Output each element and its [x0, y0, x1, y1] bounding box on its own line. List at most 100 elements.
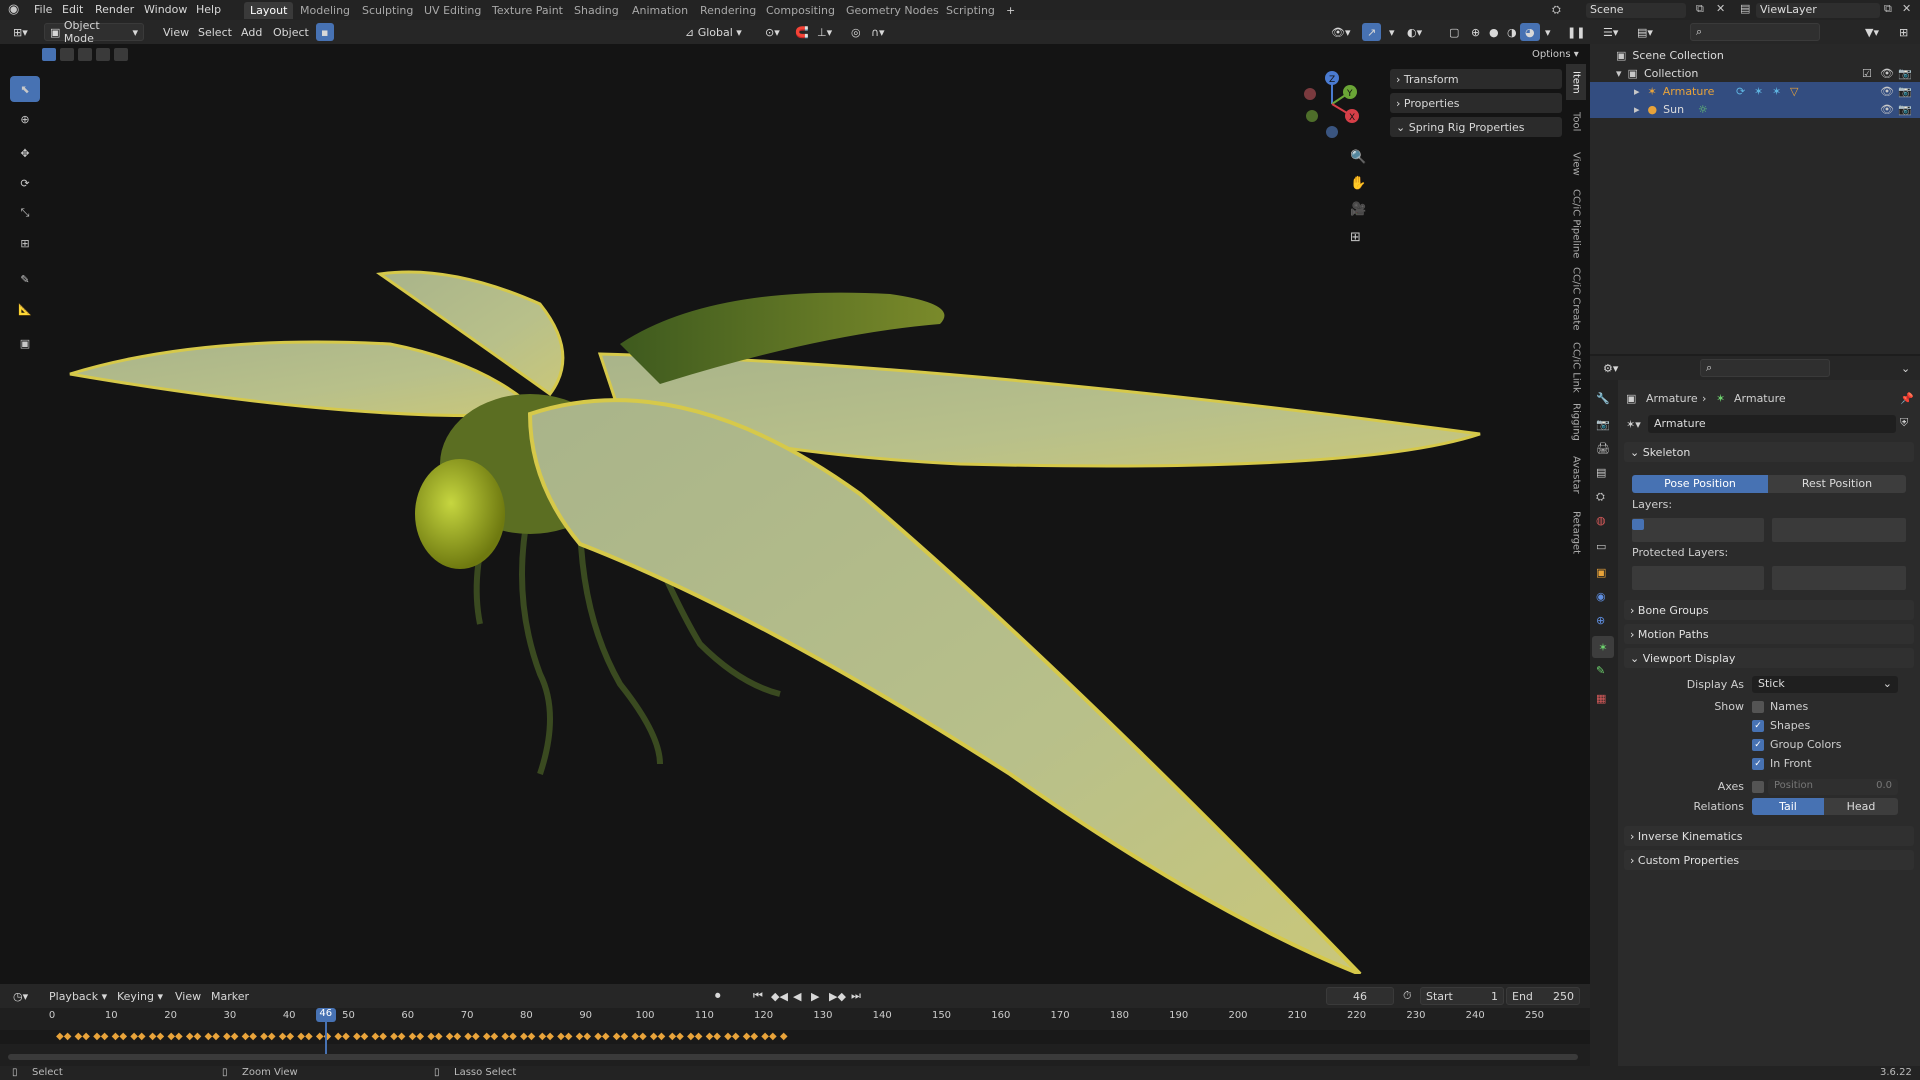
delete-scene-icon[interactable]: ✕ [1716, 2, 1725, 15]
clock-icon[interactable]: ⏱ [1398, 987, 1417, 1005]
in-front-checkbox[interactable]: ✓ [1752, 758, 1764, 770]
tab-retarget[interactable]: Retarget [1566, 506, 1586, 560]
relations-head-button[interactable]: Head [1824, 798, 1898, 815]
solid-shading-icon[interactable]: ● [1484, 23, 1504, 41]
pause-icon[interactable]: ❚❚ [1562, 23, 1590, 41]
pan-hand-icon[interactable]: ✋ [1350, 176, 1366, 191]
menu-help[interactable]: Help [196, 3, 221, 16]
rendered-shading-icon[interactable]: ◕ [1520, 23, 1540, 41]
data-type-icon[interactable]: ✶▾ [1626, 418, 1641, 431]
rest-position-button[interactable]: Rest Position [1768, 475, 1906, 493]
scene-icon[interactable]: ⛭ [1552, 3, 1561, 17]
chevron-right-icon[interactable]: ▸ [1634, 85, 1640, 98]
bone-groups-panel-header[interactable]: › Bone Groups [1624, 600, 1914, 620]
visibility-icon[interactable]: 👁▾ [1326, 23, 1356, 41]
grid-perspective-icon[interactable]: ⊞ [1350, 230, 1361, 245]
select-box-tool[interactable]: ⬉ [10, 76, 40, 102]
dragonfly-model[interactable] [60, 214, 1500, 974]
tab-cc-link[interactable]: CC/iC Link [1566, 338, 1586, 396]
outliner-collection[interactable]: ▾ ▣ Collection ☑ 👁 📷 [1590, 64, 1920, 82]
layers-grid-right[interactable] [1772, 518, 1906, 542]
move-tool[interactable]: ✥ [10, 140, 40, 166]
eye-icon[interactable]: 👁 [1880, 67, 1894, 80]
marker-menu[interactable]: Marker [206, 987, 254, 1005]
relations-tail-button[interactable]: Tail [1752, 798, 1824, 815]
frame-ruler[interactable]: 0 10 20 30 40 50 60 70 80 90 100 110 120 130 140 150 160… [0, 1008, 1590, 1024]
annotate-tool[interactable]: ✎ [10, 266, 40, 292]
chevron-down-icon[interactable]: ▾ [1616, 67, 1622, 80]
overlays-icon[interactable]: ◐▾ [1402, 23, 1427, 41]
select-mode-new-icon[interactable] [42, 48, 56, 61]
playhead-frame-label[interactable]: 46 [315, 1008, 336, 1022]
outliner-scene-collection[interactable]: ▣ Scene Collection [1590, 46, 1920, 64]
properties-editor-icon[interactable]: ⚙▾ [1598, 359, 1623, 377]
tab-texture-paint[interactable]: Texture Paint [486, 2, 569, 19]
npanel-spring-rig[interactable]: ⌄ Spring Rig Properties [1390, 117, 1562, 137]
timeline[interactable]: 0 10 20 30 40 50 60 70 80 90 100 110 120 130 140 150 160… [0, 1008, 1590, 1066]
tab-view[interactable]: View [1566, 144, 1586, 184]
3d-viewport[interactable]: Options ▾ ⬉ ⊕ ✥ ⟳ ⤡ ⊞ ✎ 📐 ▣ Z Y X 🔍 ✋ 🎥 … [0, 44, 1590, 984]
pivot-icon[interactable]: ⊙▾ [760, 23, 785, 41]
tab-rigging[interactable]: Rigging [1566, 400, 1586, 444]
view-layer-icon[interactable]: ▤ [1740, 2, 1750, 15]
outliner-editor-icon[interactable]: ☰▾ [1598, 23, 1623, 41]
filter-icon[interactable]: ▼▾ [1860, 23, 1884, 41]
jump-end-icon[interactable]: ⏭ [846, 987, 866, 1005]
output-tab-icon[interactable]: 🖨 [1596, 442, 1610, 455]
toggle-icon[interactable]: ▪ [316, 23, 334, 41]
cursor-tool[interactable]: ⊕ [10, 106, 40, 132]
menu-file[interactable]: File [34, 3, 52, 16]
record-icon[interactable]: ⏺ [710, 987, 726, 1005]
tab-rendering[interactable]: Rendering [694, 2, 762, 19]
playback-menu[interactable]: Playback ▾ [44, 987, 112, 1005]
axes-position-field[interactable]: Position 0.0 [1768, 779, 1898, 795]
end-frame-field[interactable]: End 250 [1506, 987, 1580, 1005]
inverse-kinematics-panel-header[interactable]: › Inverse Kinematics [1624, 826, 1914, 846]
npanel-transform[interactable]: › Transform [1390, 69, 1562, 89]
layers-grid-left[interactable] [1632, 518, 1764, 542]
wireframe-shading-icon[interactable]: ⊕ [1466, 23, 1485, 41]
tool-tab-icon[interactable]: 🔧 [1596, 392, 1610, 405]
editor-type-icon[interactable]: ⊞▾ [8, 23, 33, 41]
tab-avastar[interactable]: Avastar [1566, 450, 1586, 500]
new-scene-icon[interactable]: ⧉ [1696, 2, 1704, 16]
menu-window[interactable]: Window [144, 3, 187, 16]
eye-icon[interactable]: 👁 [1880, 85, 1894, 98]
names-checkbox[interactable] [1752, 701, 1764, 713]
falloff-icon[interactable]: ∩▾ [866, 23, 890, 41]
add-menu[interactable]: Add [236, 23, 267, 41]
object-tab-icon[interactable]: ▣ [1596, 566, 1606, 579]
chevron-right-icon[interactable]: ▸ [1634, 103, 1640, 116]
navigation-gizmo[interactable]: Z Y X [1296, 64, 1366, 144]
protected-layers-grid-left[interactable] [1632, 566, 1764, 590]
select-menu[interactable]: Select [193, 23, 237, 41]
outliner-armature[interactable]: ▸ ✶ Armature ⟳ ✶ ✶ ▽ 👁 📷 [1590, 82, 1920, 100]
add-workspace-button[interactable]: + [1000, 2, 1021, 19]
timeline-editor-icon[interactable]: ◷▾ [8, 987, 33, 1005]
shading-dropdown-icon[interactable]: ▾ [1540, 23, 1556, 41]
texture-tab-icon[interactable]: ▦ [1596, 692, 1606, 705]
select-mode-invert-icon[interactable] [114, 48, 128, 61]
skeleton-panel-header[interactable]: ⌄ Skeleton [1624, 442, 1914, 462]
timeline-view-menu[interactable]: View [170, 987, 206, 1005]
keying-menu[interactable]: Keying ▾ [112, 987, 168, 1005]
tab-tool[interactable]: Tool [1566, 104, 1586, 140]
eye-icon[interactable]: 👁 [1880, 103, 1894, 116]
tab-animation[interactable]: Animation [626, 2, 694, 19]
transform-orientation[interactable]: ⊿ Global ▾ [680, 23, 747, 41]
pose-position-button[interactable]: Pose Position [1632, 475, 1768, 493]
timeline-scrollbar[interactable] [8, 1054, 1578, 1060]
tab-scripting[interactable]: Scripting [940, 2, 1001, 19]
menu-render[interactable]: Render [95, 3, 134, 16]
fake-user-shield-icon[interactable]: ⛨ [1900, 416, 1908, 430]
armature-data-tab-icon[interactable]: ✶ [1592, 636, 1614, 658]
camera-render-icon[interactable]: 📷 [1898, 67, 1912, 80]
shapes-checkbox[interactable]: ✓ [1752, 720, 1764, 732]
gizmo-toggle-icon[interactable]: ↗ [1362, 23, 1382, 41]
mode-selector[interactable]: ▣ Object Mode ▾ [44, 19, 144, 45]
xray-icon[interactable]: ▢ [1444, 23, 1464, 41]
protected-layers-grid-right[interactable] [1772, 566, 1906, 590]
camera-icon[interactable]: 🎥 [1350, 202, 1366, 217]
motion-paths-panel-header[interactable]: › Motion Paths [1624, 624, 1914, 644]
add-cube-tool[interactable]: ▣ [10, 330, 40, 356]
